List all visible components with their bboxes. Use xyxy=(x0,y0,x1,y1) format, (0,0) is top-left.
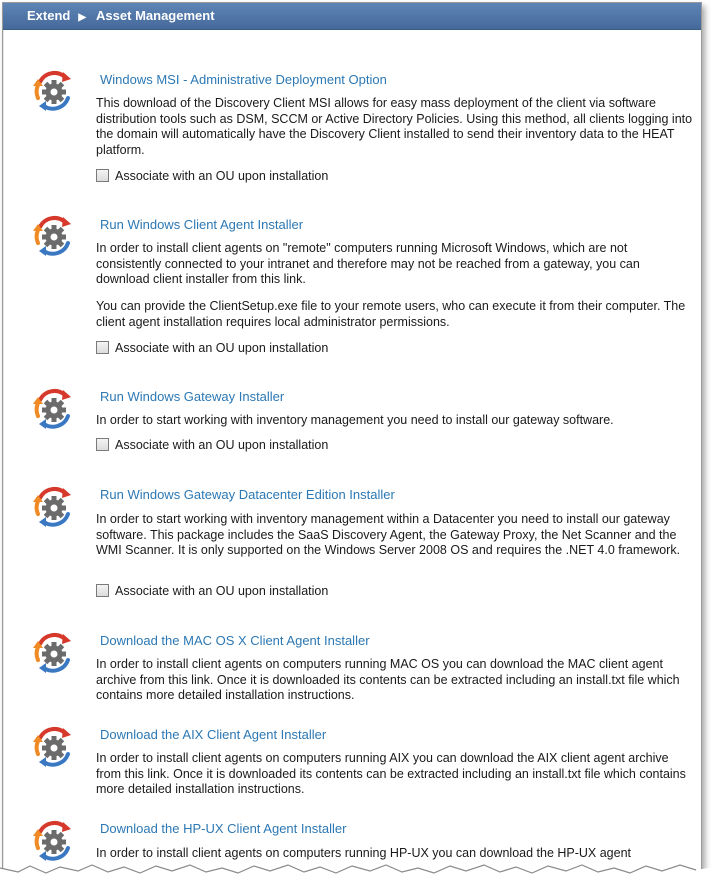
installer-description: In order to start working with inventory… xyxy=(96,413,614,427)
installer-description: In order to install client agents on com… xyxy=(96,657,680,702)
breadcrumb: Extend ▶ Asset Management xyxy=(3,3,701,30)
gear-arrows-icon xyxy=(30,213,76,259)
breadcrumb-asset-management: Asset Management xyxy=(96,8,215,23)
ou-checkbox-label[interactable]: Associate with an OU upon installation xyxy=(115,584,328,598)
installer-link-windows-client-agent[interactable]: Run Windows Client Agent Installer xyxy=(100,217,303,232)
installer-description: In order to start working with inventory… xyxy=(96,512,681,557)
ou-checkbox[interactable] xyxy=(96,341,109,354)
ou-checkbox[interactable] xyxy=(96,584,109,597)
gear-arrows-icon xyxy=(30,724,76,770)
installer-description-secondary: You can provide the ClientSetup.exe file… xyxy=(96,299,686,329)
installer-description: This download of the Discovery Client MS… xyxy=(96,96,693,157)
gear-arrows-icon xyxy=(30,484,76,530)
ou-checkbox[interactable] xyxy=(96,438,109,451)
window-frame: Extend ▶ Asset Management Windows MSI - Ad… xyxy=(2,2,702,874)
installer-list: Windows MSI - Administrative Deployment … xyxy=(3,30,701,873)
installer-link-windows-gateway[interactable]: Run Windows Gateway Installer xyxy=(100,389,284,404)
installer-link-windows-msi[interactable]: Windows MSI - Administrative Deployment … xyxy=(100,72,387,87)
ou-option-row: Associate with an OU upon installation xyxy=(96,584,328,598)
installer-link-windows-gateway-datacenter[interactable]: Run Windows Gateway Datacenter Edition I… xyxy=(100,487,395,502)
ou-checkbox-label[interactable]: Associate with an OU upon installation xyxy=(115,341,328,355)
installer-link-mac-os-x[interactable]: Download the MAC OS X Client Agent Insta… xyxy=(100,633,370,648)
breadcrumb-separator-icon: ▶ xyxy=(78,12,87,23)
torn-edge xyxy=(0,864,714,882)
ou-option-row: Associate with an OU upon installation xyxy=(96,438,328,452)
installer-description: In order to install client agents on com… xyxy=(96,751,686,796)
ou-option-row: Associate with an OU upon installation xyxy=(96,169,328,183)
breadcrumb-extend[interactable]: Extend xyxy=(27,3,70,29)
installer-link-aix[interactable]: Download the AIX Client Agent Installer xyxy=(100,727,326,742)
installer-description: In order to install client agents on "re… xyxy=(96,241,640,286)
ou-checkbox[interactable] xyxy=(96,169,109,182)
ou-checkbox-label[interactable]: Associate with an OU upon installation xyxy=(115,438,328,452)
gear-arrows-icon xyxy=(30,68,76,114)
gear-arrows-icon xyxy=(30,386,76,432)
ou-option-row: Associate with an OU upon installation xyxy=(96,341,328,355)
gear-arrows-icon xyxy=(30,630,76,676)
installer-link-hp-ux[interactable]: Download the HP-UX Client Agent Installe… xyxy=(100,821,346,836)
ou-checkbox-label[interactable]: Associate with an OU upon installation xyxy=(115,169,328,183)
